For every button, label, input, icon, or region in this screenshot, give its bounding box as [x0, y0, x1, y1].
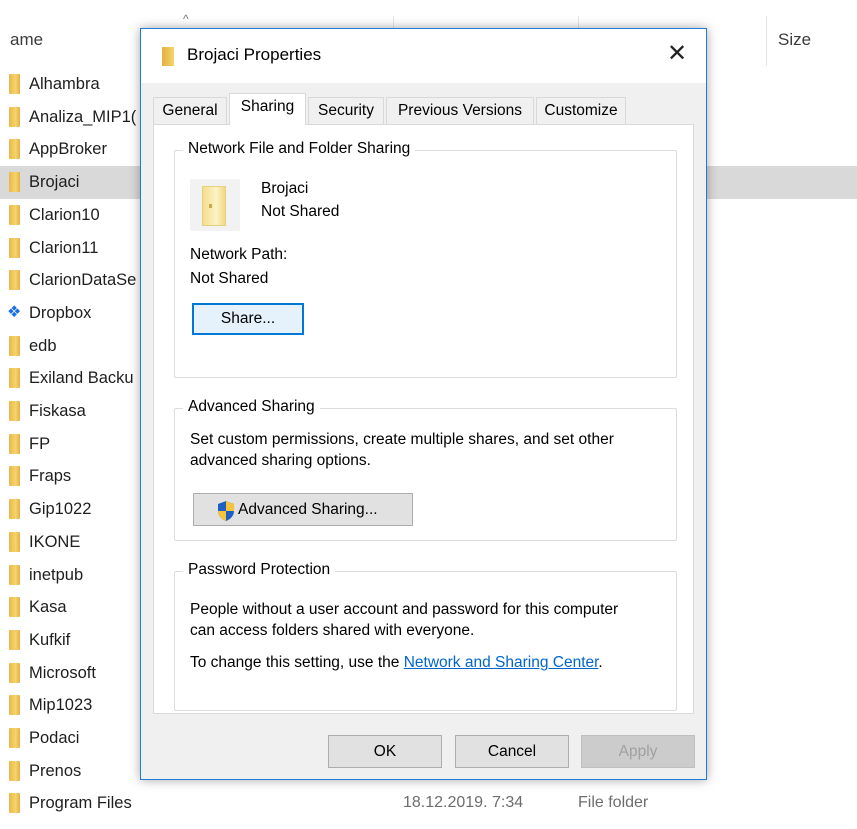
file-name: IKONE	[29, 532, 81, 551]
file-name: Prenos	[29, 761, 82, 780]
folder-icon	[9, 466, 20, 487]
dropbox-icon: ❖	[7, 303, 22, 321]
name-column-header[interactable]: ame	[10, 30, 43, 50]
folder-icon	[9, 728, 20, 748]
file-type: File folder	[578, 794, 649, 812]
folder-name: Brojaci	[261, 180, 309, 197]
file-name: Gip1022	[29, 500, 92, 519]
file-name: Analiza_MIP1(	[29, 107, 137, 126]
advanced-sharing-description-1: Set custom permissions, create multiple …	[190, 431, 614, 448]
folder-icon	[9, 106, 20, 127]
file-name: edb	[29, 336, 57, 355]
tab-previous-versions[interactable]: Previous Versions	[386, 97, 534, 124]
folder-icon	[9, 237, 20, 258]
password-protection-line-1: People without a user account and passwo…	[190, 601, 619, 618]
file-name: Brojaci	[29, 173, 80, 192]
cancel-button[interactable]: Cancel	[455, 735, 569, 768]
file-row[interactable]: Program Files 18.12.2019. 7:34 File folder	[0, 787, 857, 820]
file-name: Exiland Backu	[29, 369, 134, 388]
file-name: Mip1023	[29, 696, 93, 715]
network-path-label: Network Path:	[190, 246, 288, 263]
folder-icon	[9, 433, 20, 454]
shared-folder-icon	[190, 179, 240, 231]
close-button[interactable]: ✕	[648, 29, 706, 81]
file-name: Program Files	[29, 794, 132, 813]
advanced-sharing-legend: Advanced Sharing	[183, 398, 320, 416]
network-sharing-center-link[interactable]: Network and Sharing Center	[404, 654, 599, 671]
file-name: Alhambra	[29, 75, 100, 93]
dialog-title: Brojaci Properties	[187, 45, 322, 64]
folder-icon	[9, 662, 20, 683]
tab-general[interactable]: General	[153, 97, 227, 124]
network-sharing-legend: Network File and Folder Sharing	[183, 140, 416, 158]
change-setting-prefix: To change this setting, use the	[190, 654, 404, 671]
folder-icon	[9, 597, 20, 618]
folder-icon	[9, 74, 20, 94]
uac-shield-icon	[218, 501, 234, 521]
folder-icon	[9, 760, 20, 781]
folder-icon	[162, 47, 174, 66]
folder-icon	[9, 629, 20, 650]
apply-button[interactable]: Apply	[581, 735, 695, 768]
file-name: Microsoft	[29, 663, 96, 682]
folder-icon	[9, 401, 20, 421]
folder-share-status: Not Shared	[261, 203, 340, 220]
file-name: inetpub	[29, 565, 84, 584]
file-name: FP	[29, 434, 51, 453]
folder-icon	[9, 204, 20, 225]
sort-ascending-icon: ^	[183, 12, 189, 26]
change-setting-text: To change this setting, use the Network …	[190, 654, 603, 672]
sharing-tab-panel: Network File and Folder Sharing Brojaci …	[153, 124, 694, 714]
advanced-sharing-button[interactable]: Advanced Sharing...	[193, 493, 413, 526]
folder-icon	[9, 499, 20, 520]
folder-icon	[9, 270, 20, 291]
file-name: Podaci	[29, 729, 80, 747]
file-name: AppBroker	[29, 140, 107, 159]
advanced-sharing-group: Advanced Sharing Set custom permissions,…	[174, 398, 677, 541]
folder-icon	[9, 335, 20, 356]
advanced-sharing-button-label: Advanced Sharing...	[238, 501, 378, 518]
file-name: Fiskasa	[29, 402, 86, 420]
properties-dialog: Brojaci Properties ✕ General Sharing Sec…	[140, 28, 707, 780]
tab-security[interactable]: Security	[308, 97, 384, 124]
file-name: Clarion11	[29, 238, 99, 257]
folder-icon	[9, 368, 20, 389]
network-path-value: Not Shared	[190, 270, 269, 287]
share-button[interactable]: Share...	[192, 303, 304, 335]
password-protection-line-2: can access folders shared with everyone.	[190, 622, 475, 639]
password-protection-legend: Password Protection	[183, 561, 336, 579]
file-name: Kasa	[29, 598, 67, 617]
dialog-titlebar[interactable]: Brojaci Properties ✕	[141, 29, 706, 83]
ok-button[interactable]: OK	[328, 735, 442, 768]
file-name: Dropbox	[29, 303, 92, 322]
tab-customize[interactable]: Customize	[536, 97, 626, 124]
folder-icon	[9, 172, 20, 193]
folder-icon	[9, 531, 20, 552]
folder-icon	[9, 139, 20, 160]
tab-sharing[interactable]: Sharing	[229, 93, 306, 125]
file-name: Fraps	[29, 467, 72, 486]
password-protection-group: Password Protection People without a use…	[174, 561, 677, 711]
file-date-modified: 18.12.2019. 7:34	[403, 794, 524, 812]
size-column-header[interactable]: Size	[778, 30, 811, 50]
folder-icon	[9, 793, 20, 814]
change-setting-suffix: .	[598, 654, 603, 671]
file-name: ClarionDataSe	[29, 271, 137, 290]
file-name: Kufkif	[29, 630, 71, 649]
column-separator[interactable]	[766, 16, 767, 66]
advanced-sharing-description-2: advanced sharing options.	[190, 452, 371, 469]
folder-icon	[9, 695, 20, 716]
folder-icon	[9, 564, 20, 585]
file-name: Clarion10	[29, 205, 100, 224]
network-sharing-group: Network File and Folder Sharing Brojaci …	[174, 140, 677, 378]
